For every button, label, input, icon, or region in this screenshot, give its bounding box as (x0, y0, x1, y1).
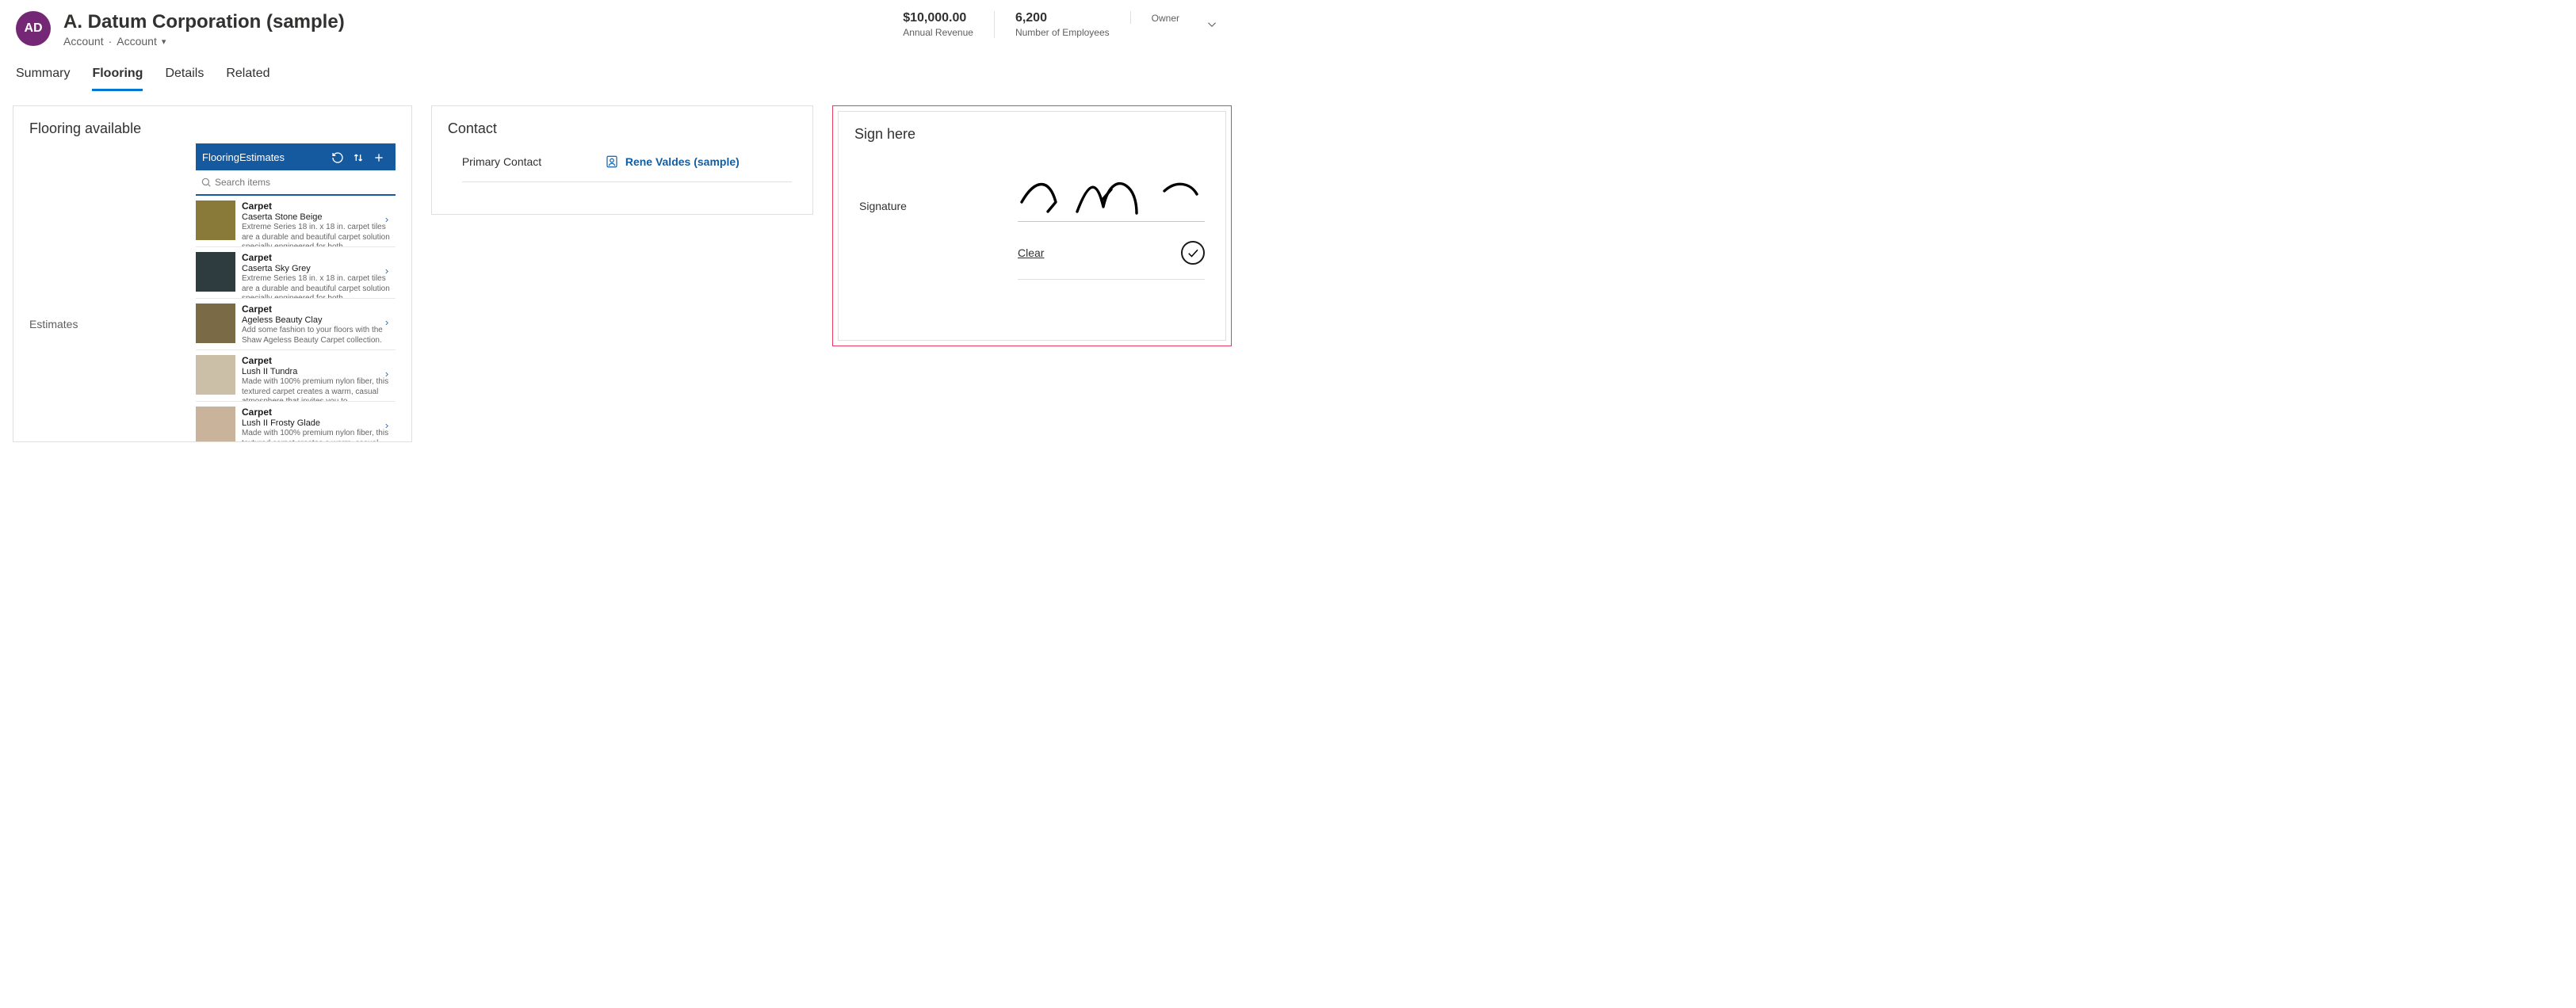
item-description: Made with 100% premium nylon fiber, this… (242, 377, 392, 402)
tab-related[interactable]: Related (226, 67, 269, 91)
item-description: Add some fashion to your floors with the… (242, 326, 392, 346)
primary-contact-name: Rene Valdes (sample) (625, 155, 740, 168)
chevron-right-icon[interactable] (383, 214, 391, 229)
stat-label-owner: Owner (1152, 13, 1179, 24)
item-subtitle: Lush II Frosty Glade (242, 418, 392, 428)
list-item[interactable]: Carpet Caserta Sky Grey Extreme Series 1… (196, 247, 396, 299)
record-subtitle[interactable]: Account · Account ▾ (63, 35, 882, 48)
swatch-icon (196, 355, 235, 395)
item-name: Carpet (242, 407, 392, 418)
form-name: Account (117, 35, 157, 48)
contact-icon (605, 155, 619, 169)
list-item[interactable]: Carpet Ageless Beauty Clay Add some fash… (196, 299, 396, 350)
list-search[interactable] (196, 170, 396, 196)
item-subtitle: Caserta Sky Grey (242, 264, 392, 273)
primary-contact-label: Primary Contact (462, 155, 605, 168)
signature-field-label: Signature (859, 200, 1002, 222)
flooring-section: Flooring available Estimates FlooringEst… (13, 105, 412, 442)
list-header-title: FlooringEstimates (202, 151, 327, 163)
sign-section-highlight: Sign here Signature Clear (832, 105, 1232, 346)
signature-stroke-icon (1018, 172, 1208, 220)
tab-details[interactable]: Details (165, 67, 204, 91)
chevron-right-icon[interactable] (383, 420, 391, 435)
separator-dot: · (109, 35, 113, 48)
clear-signature-button[interactable]: Clear (1018, 246, 1044, 259)
flooring-section-title: Flooring available (13, 106, 411, 143)
contact-section: Contact Primary Contact Rene Valdes (sam… (431, 105, 813, 215)
swatch-icon (196, 200, 235, 240)
sort-icon[interactable] (348, 150, 369, 163)
avatar: AD (16, 11, 51, 46)
contact-section-title: Contact (432, 106, 812, 143)
confirm-signature-button[interactable] (1181, 241, 1205, 265)
add-icon[interactable] (369, 150, 389, 163)
entity-type: Account (63, 35, 104, 48)
swatch-icon (196, 304, 235, 343)
page-title: A. Datum Corporation (sample) (63, 11, 882, 33)
stat-label-revenue: Annual Revenue (903, 27, 973, 38)
expand-header-icon[interactable] (1200, 11, 1229, 36)
item-subtitle: Caserta Stone Beige (242, 212, 392, 222)
estimates-field-label: Estimates (29, 143, 196, 442)
item-name: Carpet (242, 200, 392, 212)
search-icon (201, 177, 212, 188)
signature-canvas[interactable] (1018, 168, 1205, 222)
stat-value-employees: 6,200 (1015, 11, 1110, 25)
sign-section-title: Sign here (839, 112, 1225, 149)
swatch-icon (196, 252, 235, 292)
flooring-estimates-list: FlooringEstimates (196, 143, 396, 442)
swatch-icon (196, 407, 235, 442)
stat-value-revenue: $10,000.00 (903, 11, 973, 25)
stat-label-employees: Number of Employees (1015, 27, 1110, 38)
list-item[interactable]: Carpet Caserta Stone Beige Extreme Serie… (196, 196, 396, 247)
form-tabs: Summary Flooring Details Related (0, 54, 1244, 91)
item-name: Carpet (242, 252, 392, 263)
tab-summary[interactable]: Summary (16, 67, 70, 91)
divider (462, 181, 792, 182)
refresh-icon[interactable] (327, 150, 348, 163)
item-subtitle: Lush II Tundra (242, 367, 392, 376)
item-name: Carpet (242, 304, 392, 315)
item-description: Extreme Series 18 in. x 18 in. carpet ti… (242, 223, 392, 247)
chevron-right-icon[interactable] (383, 265, 391, 281)
list-item[interactable]: Carpet Lush II Tundra Made with 100% pre… (196, 350, 396, 402)
item-description: Extreme Series 18 in. x 18 in. carpet ti… (242, 274, 392, 299)
item-name: Carpet (242, 355, 392, 366)
list-header: FlooringEstimates (196, 143, 396, 170)
primary-contact-link[interactable]: Rene Valdes (sample) (605, 155, 740, 169)
search-input[interactable] (212, 175, 391, 189)
chevron-right-icon[interactable] (383, 317, 391, 332)
header-stats: $10,000.00 Annual Revenue 6,200 Number o… (882, 11, 1200, 38)
item-subtitle: Ageless Beauty Clay (242, 315, 392, 325)
tab-flooring[interactable]: Flooring (92, 67, 143, 91)
chevron-down-icon[interactable]: ▾ (162, 36, 166, 47)
chevron-right-icon[interactable] (383, 368, 391, 384)
record-header: AD A. Datum Corporation (sample) Account… (0, 0, 1244, 54)
sign-section: Sign here Signature Clear (838, 111, 1226, 341)
check-icon (1186, 246, 1200, 260)
item-description: Made with 100% premium nylon fiber, this… (242, 429, 392, 442)
list-item[interactable]: Carpet Lush II Frosty Glade Made with 10… (196, 402, 396, 442)
